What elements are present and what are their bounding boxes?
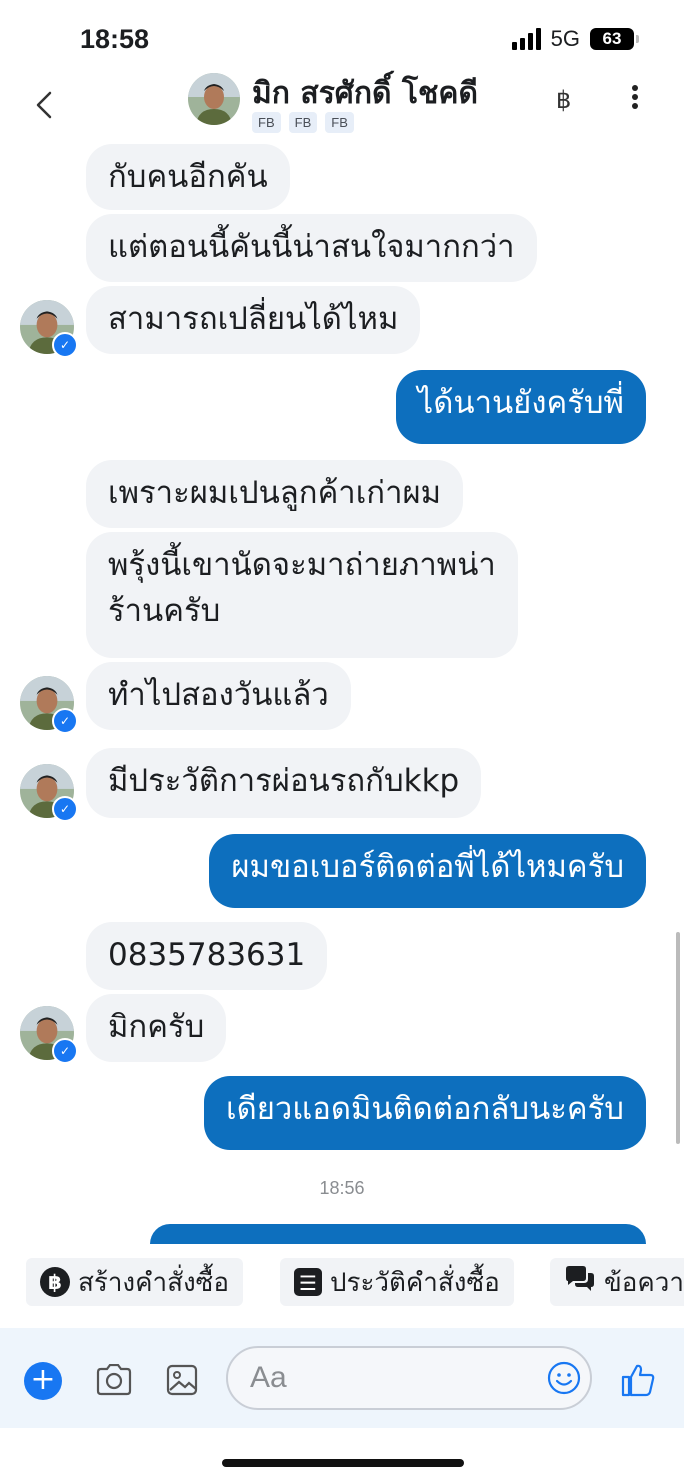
message-input[interactable] bbox=[228, 1348, 572, 1408]
chip-label: สร้างคำสั่งซื้อ bbox=[78, 1267, 229, 1298]
list-icon: ☰ bbox=[294, 1268, 322, 1296]
messenger-badge-icon: ✓ bbox=[52, 796, 78, 822]
quick-actions-bar: ฿ สร้างคำสั่งซื้อ ☰ ประวัติคำสั่งซื้อ ข้… bbox=[0, 1244, 684, 1326]
home-indicator[interactable] bbox=[222, 1459, 464, 1467]
create-order-button[interactable]: ฿ สร้างคำสั่งซื้อ bbox=[26, 1258, 243, 1306]
contact-avatar-small[interactable]: ✓ bbox=[20, 676, 78, 734]
composer-bar: + bbox=[0, 1328, 684, 1428]
message-incoming[interactable]: มิกครับ bbox=[86, 994, 227, 1062]
messenger-badge-icon: ✓ bbox=[52, 332, 78, 358]
fb-tag: FB bbox=[252, 112, 281, 133]
message-timestamp: 18:56 bbox=[319, 1178, 365, 1198]
fb-tag: FB bbox=[288, 112, 318, 133]
chip-label: ประวัติคำสั่งซื้อ bbox=[330, 1267, 500, 1298]
message-incoming[interactable]: สามารถเปลี่ยนได้ไหม bbox=[86, 286, 421, 354]
message-incoming[interactable]: แต่ตอนนี้คันนี้น่าสนใจมากกว่า bbox=[86, 214, 537, 282]
battery-icon: 63 bbox=[590, 28, 639, 50]
message-field[interactable] bbox=[226, 1346, 592, 1410]
message-outgoing[interactable]: ผมขอเบอร์ติดต่อพี่ได้ไหมครับ bbox=[209, 834, 646, 908]
messages-button[interactable]: ข้อควา bbox=[550, 1258, 684, 1306]
messenger-badge-icon: ✓ bbox=[52, 708, 78, 734]
message-incoming[interactable]: กับคนอีกคัน bbox=[86, 144, 290, 210]
camera-icon[interactable] bbox=[95, 1363, 132, 1396]
messenger-badge-icon: ✓ bbox=[52, 1038, 78, 1064]
status-indicators: 5G 63 bbox=[511, 26, 639, 52]
network-label: 5G bbox=[550, 26, 580, 51]
status-bar: 18:58 5G 63 bbox=[0, 0, 684, 70]
signal-icon bbox=[511, 28, 541, 50]
message-incoming[interactable]: 0835783631 bbox=[86, 922, 328, 990]
status-time: 18:58 bbox=[80, 24, 150, 54]
back-chevron-icon[interactable] bbox=[34, 90, 54, 128]
scrollbar[interactable] bbox=[676, 932, 680, 1144]
contact-avatar-small[interactable]: ✓ bbox=[20, 300, 78, 358]
thumbs-up-icon[interactable] bbox=[620, 1362, 656, 1398]
message-incoming[interactable]: พรุ้งนี้เขานัดจะมาถ่ายภาพน่า ร้านครับ bbox=[86, 532, 518, 658]
contact-avatar-small[interactable]: ✓ bbox=[20, 1006, 78, 1064]
message-outgoing[interactable]: ได้นานยังครับพี่ bbox=[395, 370, 646, 444]
chat-bubbles-icon bbox=[564, 1265, 596, 1300]
contact-avatar-small[interactable]: ✓ bbox=[20, 764, 78, 822]
baht-circle-icon: ฿ bbox=[40, 1267, 70, 1297]
message-outgoing-partial[interactable] bbox=[150, 1224, 646, 1244]
contact-avatar[interactable] bbox=[188, 73, 240, 125]
image-icon[interactable] bbox=[166, 1364, 202, 1396]
message-outgoing[interactable]: เดียวแอดมินติดต่อกลับนะครับ bbox=[203, 1076, 646, 1150]
chip-label: ข้อควา bbox=[604, 1267, 684, 1298]
message-incoming[interactable]: มีประวัติการผ่อนรถกับkkp bbox=[86, 748, 482, 818]
fb-tags: FB FB FB bbox=[252, 112, 354, 133]
contact-name[interactable]: มิก สรศักดิ์ โชคดี bbox=[252, 70, 478, 117]
emoji-icon[interactable] bbox=[546, 1360, 582, 1396]
message-incoming[interactable]: ทำไปสองวันแล้ว bbox=[86, 662, 351, 730]
baht-icon[interactable]: ฿ bbox=[556, 86, 571, 114]
message-incoming[interactable]: เพราะผมเปนลูกค้าเก่าผม bbox=[86, 460, 464, 528]
message-line: ร้านครับ bbox=[108, 593, 221, 629]
message-line: พรุ้งนี้เขานัดจะมาถ่ายภาพน่า bbox=[108, 547, 496, 583]
plus-icon[interactable]: + bbox=[24, 1362, 62, 1400]
chat-header: มิก สรศักดิ์ โชคดี FB FB FB ฿ bbox=[0, 70, 684, 142]
order-history-button[interactable]: ☰ ประวัติคำสั่งซื้อ bbox=[280, 1258, 514, 1306]
more-options-icon[interactable] bbox=[630, 84, 640, 110]
fb-tag: FB bbox=[325, 112, 354, 133]
